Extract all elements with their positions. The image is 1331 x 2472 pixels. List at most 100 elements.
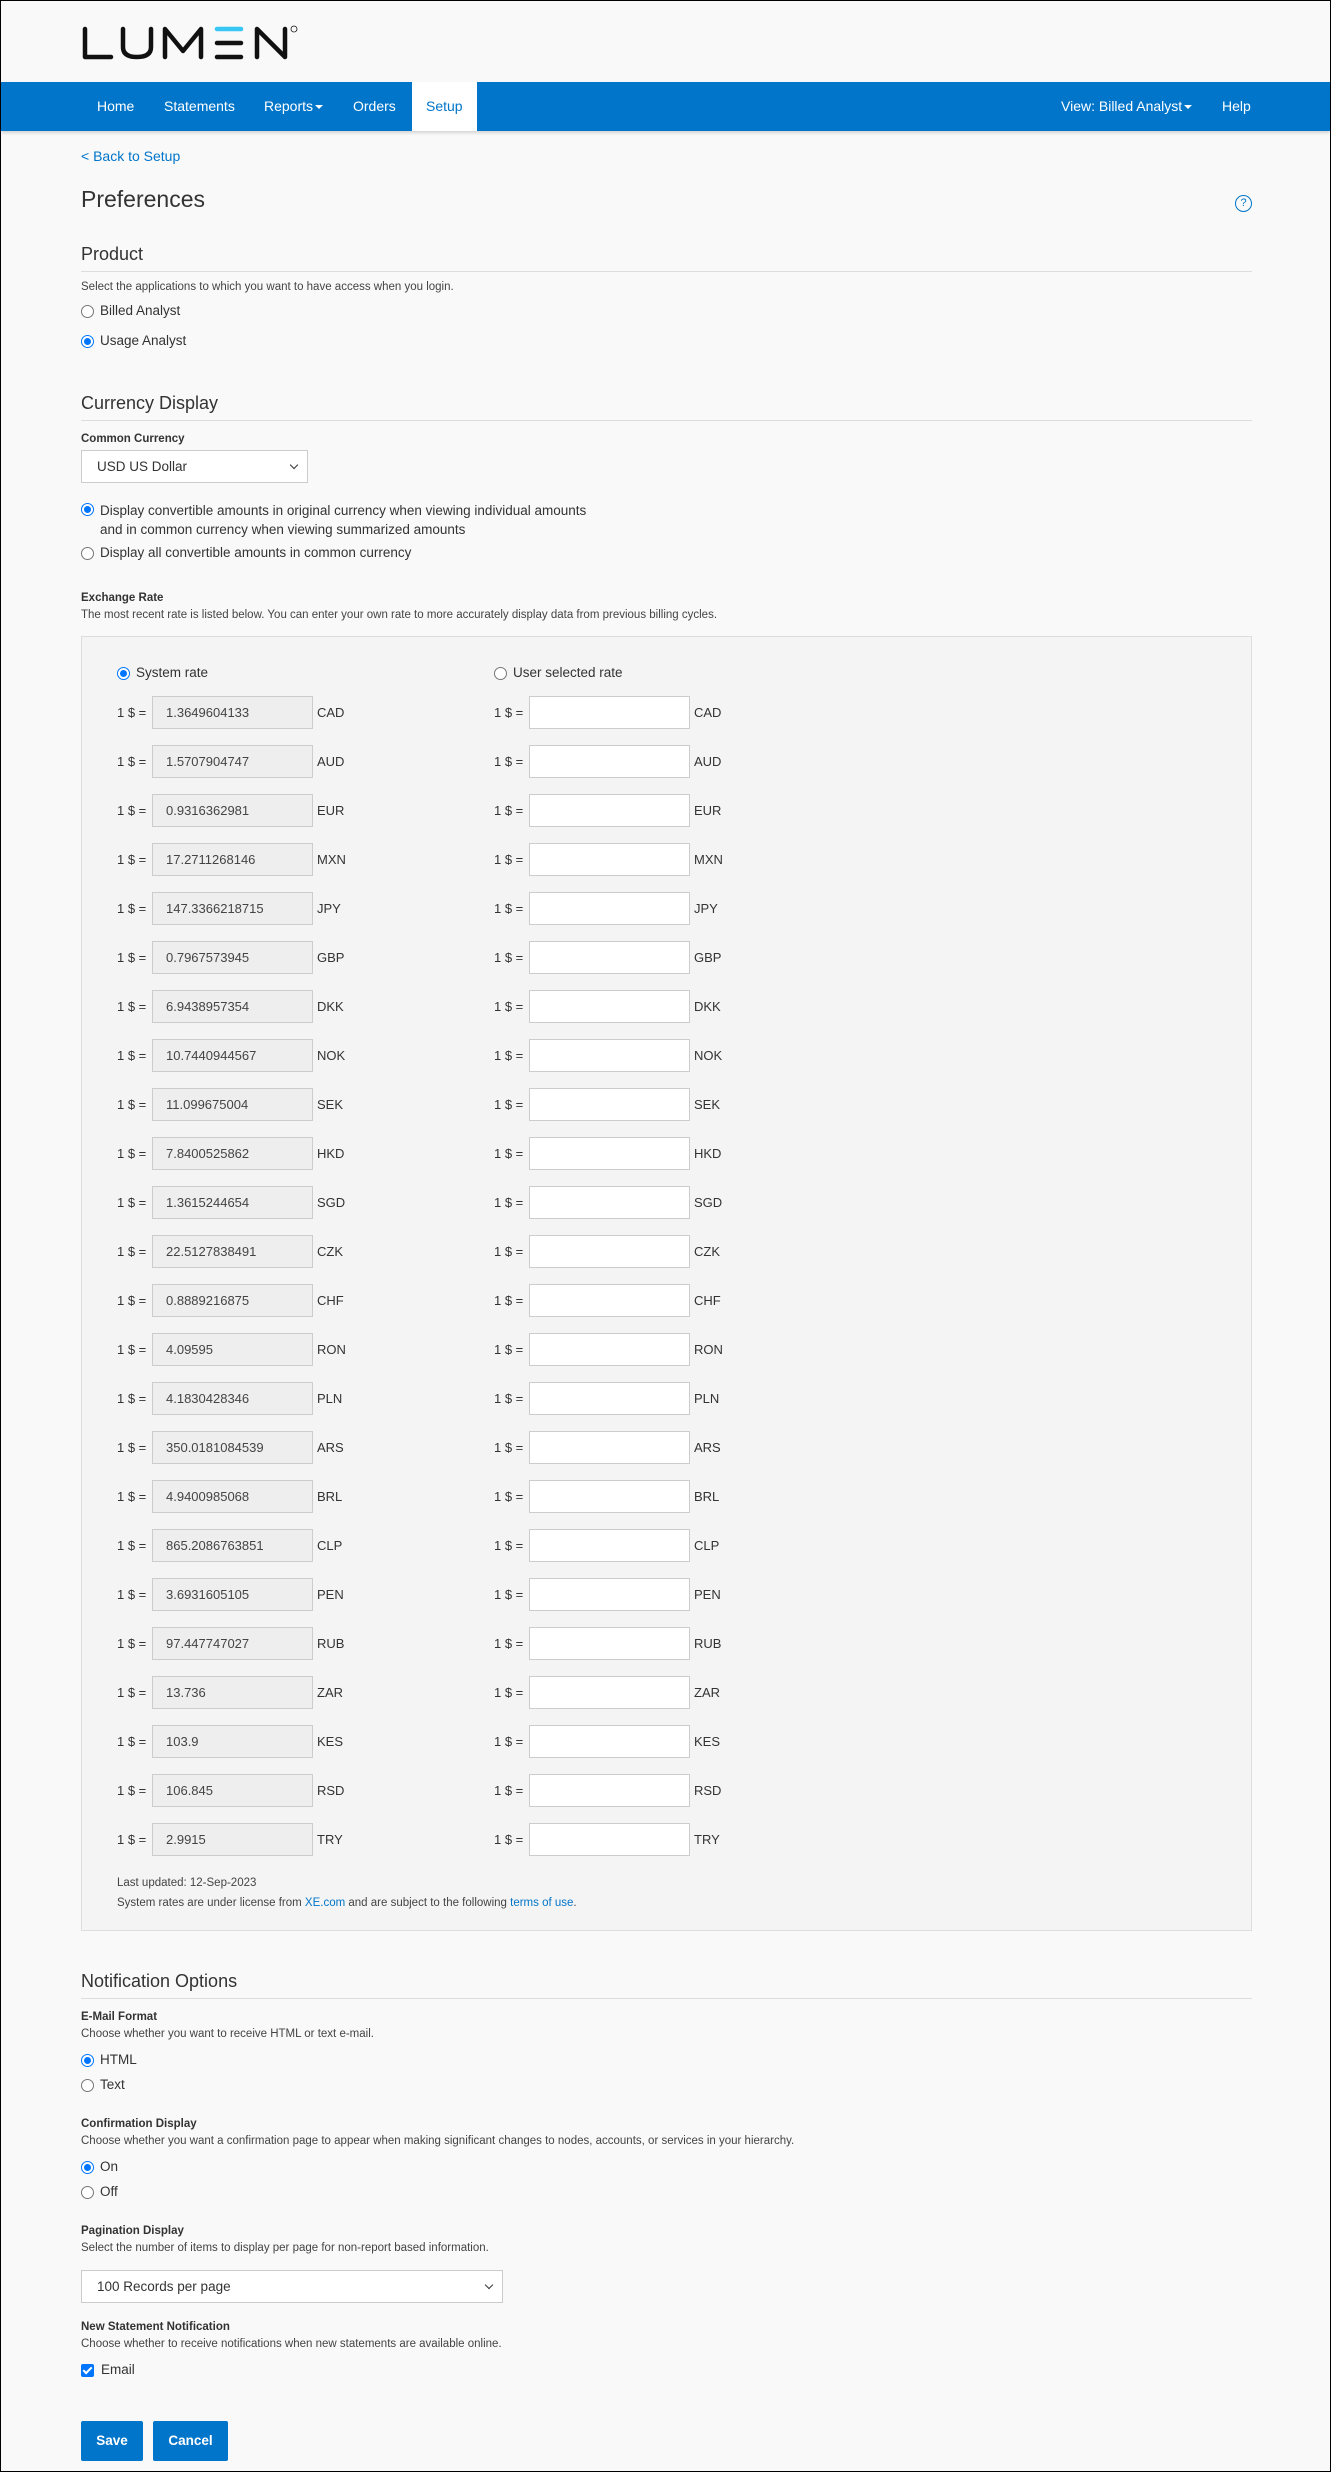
user-rate-input[interactable]	[529, 1578, 690, 1611]
product-option-billed-analyst[interactable]: Billed Analyst	[81, 303, 180, 318]
currency-code: RSD	[317, 1783, 345, 1798]
radio-on[interactable]	[81, 2161, 94, 2174]
currency-code: PEN	[317, 1587, 344, 1602]
license-text: System rates are under license from	[117, 1897, 305, 1909]
system-rate-row: 1 $ = 865.2086763851 CLP	[117, 1529, 342, 1562]
user-rate-input[interactable]	[529, 843, 690, 876]
system-rate-field: 97.447747027	[152, 1627, 313, 1660]
system-rate-row: 1 $ = 106.845 RSD	[117, 1774, 344, 1807]
radio-label: System rate	[136, 665, 209, 680]
rate-prefix: 1 $ =	[494, 705, 524, 720]
pagination-select[interactable]: 100 Records per page	[81, 2270, 503, 2303]
radio-display-common[interactable]	[81, 547, 94, 560]
radio-off[interactable]	[81, 2186, 94, 2199]
nav-home[interactable]: Home	[84, 82, 147, 131]
user-rate-input[interactable]	[529, 1235, 690, 1268]
user-rate-row: 1 $ = DKK	[494, 990, 721, 1023]
nav-reports[interactable]: Reports	[251, 82, 336, 131]
rate-prefix: 1 $ =	[494, 1244, 524, 1259]
user-rate-input[interactable]	[529, 1284, 690, 1317]
rate-prefix: 1 $ =	[117, 1342, 147, 1357]
email-format-text[interactable]: Text	[81, 2077, 125, 2092]
radio-billed-analyst[interactable]	[81, 305, 94, 318]
view-switcher[interactable]: View: Billed Analyst	[1048, 82, 1205, 131]
rate-prefix: 1 $ =	[117, 950, 147, 965]
radio-label: Usage Analyst	[100, 333, 187, 348]
user-rate-input[interactable]	[529, 696, 690, 729]
radio-usage-analyst[interactable]	[81, 335, 94, 348]
currency-code: ARS	[694, 1440, 721, 1455]
back-to-setup-link[interactable]: < Back to Setup	[81, 148, 180, 164]
help-icon[interactable]: ?	[1235, 195, 1252, 212]
radio-display-original[interactable]	[81, 503, 94, 516]
currency-code: MXN	[317, 852, 346, 867]
user-rate-input[interactable]	[529, 990, 690, 1023]
radio-system-rate[interactable]	[117, 667, 130, 680]
terms-of-use-link[interactable]: terms of use	[510, 1897, 573, 1909]
user-rate-row: 1 $ = RSD	[494, 1774, 721, 1807]
user-rate-input[interactable]	[529, 1186, 690, 1219]
user-rate-input[interactable]	[529, 1823, 690, 1856]
nav-statements[interactable]: Statements	[151, 82, 248, 131]
confirmation-on[interactable]: On	[81, 2159, 118, 2174]
user-rate-input[interactable]	[529, 1480, 690, 1513]
user-rate-input[interactable]	[529, 941, 690, 974]
user-rate-input[interactable]	[529, 1137, 690, 1170]
system-rate-row: 1 $ = 97.447747027 RUB	[117, 1627, 344, 1660]
nav-help[interactable]: Help	[1209, 82, 1264, 131]
rate-prefix: 1 $ =	[117, 1097, 147, 1112]
system-rate-row: 1 $ = 17.2711268146 MXN	[117, 843, 346, 876]
system-rate-field: 1.3649604133	[152, 696, 313, 729]
email-checkbox[interactable]	[81, 2364, 94, 2377]
user-rate-input[interactable]	[529, 794, 690, 827]
user-rate-row: 1 $ = MXN	[494, 843, 723, 876]
radio-label: Off	[100, 2184, 118, 2199]
currency-code: PLN	[317, 1391, 343, 1406]
user-rate-input[interactable]	[529, 1088, 690, 1121]
user-rate-input[interactable]	[529, 1333, 690, 1366]
xe-link[interactable]: XE.com	[305, 1897, 345, 1909]
display-option-common[interactable]: Display all convertible amounts in commo…	[81, 545, 411, 560]
nav-home-label: Home	[97, 98, 135, 114]
last-updated: Last updated: 12-Sep-2023	[117, 1877, 257, 1889]
save-button[interactable]: Save	[81, 2421, 143, 2461]
user-rate-input[interactable]	[529, 1725, 690, 1758]
user-rate-input[interactable]	[529, 1774, 690, 1807]
user-rate-input[interactable]	[529, 892, 690, 925]
currency-section-title: Currency Display	[81, 393, 1252, 421]
lumen-logo[interactable]	[81, 23, 321, 63]
radio-label: Text	[100, 2077, 125, 2092]
confirmation-label: Confirmation Display	[81, 2118, 197, 2130]
display-option-original[interactable]: Display convertible amounts in original …	[81, 501, 586, 539]
user-rate-input[interactable]	[529, 1431, 690, 1464]
radio-text[interactable]	[81, 2079, 94, 2092]
pagination-description: Select the number of items to display pe…	[81, 2242, 489, 2254]
nav-orders[interactable]: Orders	[340, 82, 409, 131]
cancel-button[interactable]: Cancel	[153, 2421, 228, 2461]
user-rate-option[interactable]: User selected rate	[494, 665, 623, 680]
system-rate-option[interactable]: System rate	[117, 665, 208, 680]
currency-code: RUB	[317, 1636, 345, 1651]
user-rate-input[interactable]	[529, 1529, 690, 1562]
user-rate-row: 1 $ = CHF	[494, 1284, 721, 1317]
nav-setup[interactable]: Setup	[412, 82, 477, 131]
user-rate-input[interactable]	[529, 745, 690, 778]
confirmation-off[interactable]: Off	[81, 2184, 118, 2199]
user-rate-row: 1 $ = CLP	[494, 1529, 719, 1562]
currency-code: KES	[317, 1734, 344, 1749]
email-format-html[interactable]: HTML	[81, 2052, 137, 2067]
common-currency-select[interactable]: USD US Dollar	[81, 450, 308, 483]
system-rate-row: 1 $ = 0.8889216875 CHF	[117, 1284, 344, 1317]
rate-prefix: 1 $ =	[494, 852, 524, 867]
user-rate-input[interactable]	[529, 1627, 690, 1660]
radio-user-rate[interactable]	[494, 667, 507, 680]
notification-section-title: Notification Options	[81, 1971, 1252, 1999]
product-description: Select the applications to which you wan…	[81, 281, 454, 293]
user-rate-input[interactable]	[529, 1676, 690, 1709]
new-statement-email[interactable]: Email	[81, 2362, 135, 2377]
radio-html[interactable]	[81, 2054, 94, 2067]
product-option-usage-analyst[interactable]: Usage Analyst	[81, 333, 186, 348]
currency-code: DKK	[317, 999, 344, 1014]
user-rate-input[interactable]	[529, 1039, 690, 1072]
user-rate-input[interactable]	[529, 1382, 690, 1415]
